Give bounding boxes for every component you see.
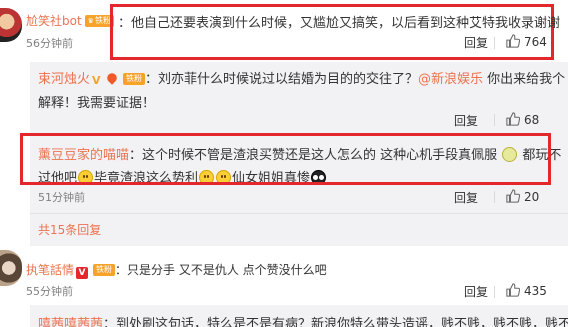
comment-text: ：只是分手 又不是仇人 点个赞没什么吧 <box>115 263 327 277</box>
divider <box>494 114 495 126</box>
like-count: 68 <box>524 113 540 127</box>
reply-text-continued: 解释！我需要证据！ <box>38 96 156 111</box>
fan-badge: 铁粉 <box>93 264 116 276</box>
avatar[interactable] <box>0 250 22 286</box>
reply-button[interactable]: 回复 <box>454 189 478 206</box>
like-button[interactable]: 68 <box>506 112 539 127</box>
reply-text: ：到处刷这句话，特么是不是有病？新浪你特么带头造谣，贱不贱，贱不贱，贱不 <box>103 317 568 327</box>
like-button[interactable]: 764 <box>506 34 547 49</box>
mention-link[interactable]: @新浪娱乐 <box>418 72 483 87</box>
reply-button[interactable]: 回复 <box>464 34 488 51</box>
like-count: 20 <box>524 190 540 204</box>
thumb-up-icon <box>506 112 520 126</box>
badge-label: 铁粉 <box>94 16 111 25</box>
thumb-up-icon <box>506 283 520 297</box>
reply-thread: 嘻茜嘻茜茜：到处刷这句话，特么是不是有病？新浪你特么带头造谣，贱不贱，贱不贱，贱… <box>30 305 568 327</box>
more-replies-link[interactable]: 共15条回复 <box>38 221 101 238</box>
avatar[interactable] <box>0 8 22 42</box>
reply-text: ：刘亦菲什么时候说过以结婚为目的的交往了？ <box>145 72 419 87</box>
username-text[interactable]: 尬笑社bot <box>26 14 82 28</box>
highlight-box <box>20 133 551 185</box>
comment-text: ：他自己还要表演到什么时候，又尴尬又搞笑，以后看到这种艾特我收录谢谢 <box>118 16 561 31</box>
reply-username[interactable]: 束河烛火 <box>38 72 90 87</box>
comment-item: 执笔話情 V 铁粉 ：只是分手 又不是仇人 点个赞没什么吧 <box>26 261 327 279</box>
thumb-up-icon <box>506 34 520 48</box>
fan-badge: 铁粉 <box>123 73 146 85</box>
like-button[interactable]: 435 <box>506 283 547 298</box>
reply-item: 嘻茜嘻茜茜：到处刷这句话，特么是不是有病？新浪你特么带头造谣，贱不贱，贱不贱，贱… <box>38 313 568 327</box>
thumb-up-icon <box>506 189 520 203</box>
comment-username[interactable]: 执笔話情 <box>26 263 74 277</box>
like-count: 435 <box>524 284 547 298</box>
badge-label: 铁粉 <box>126 74 143 83</box>
divider <box>30 213 568 214</box>
comment-time: 56分钟前 <box>26 37 73 50</box>
comment-time: 55分钟前 <box>26 285 73 298</box>
reply-text: 你出来给我个 <box>483 72 566 87</box>
divider <box>494 286 495 298</box>
vip-v-icon: V <box>92 74 101 87</box>
divider <box>494 37 495 49</box>
divider <box>494 191 495 203</box>
reply-item: 束河烛火 V 铁粉 ：刘亦菲什么时候说过以结婚为目的的交往了？@新浪娱乐 你出来给我个 <box>38 68 565 87</box>
like-count: 764 <box>524 35 547 49</box>
comment-username[interactable]: 尬笑社bot ♛铁粉 <box>26 12 114 29</box>
reply-username[interactable]: 嘻茜嘻茜茜 <box>38 317 103 327</box>
fire-icon <box>105 71 119 85</box>
reply-time: 51分钟前 <box>38 191 85 204</box>
reply-button[interactable]: 回复 <box>454 112 478 129</box>
vip-v-icon: V <box>76 267 89 279</box>
crown-icon: ♛ <box>87 17 94 25</box>
badge-label: 铁粉 <box>96 265 113 274</box>
like-button[interactable]: 20 <box>506 189 539 204</box>
reply-button[interactable]: 回复 <box>464 283 488 300</box>
